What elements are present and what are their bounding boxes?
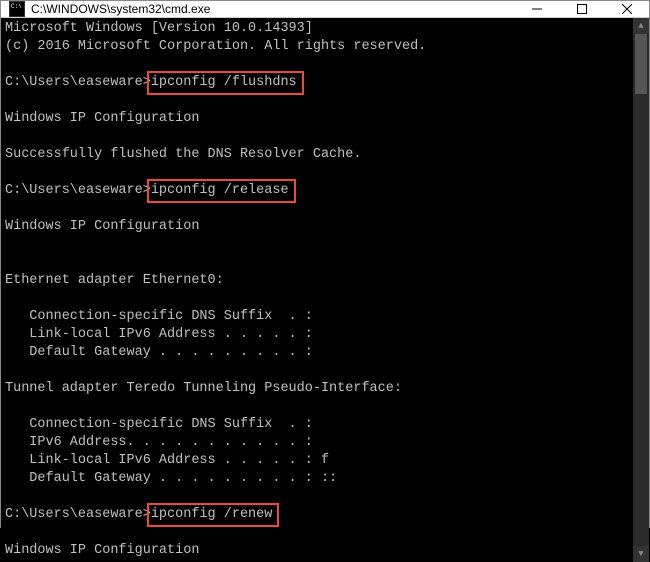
blank-line [5,92,629,110]
prompt-line: C:\Users\easeware>ipconfig /flushdns [5,74,629,92]
cmd-window: C:\WINDOWS\system32\cmd.exe Microsoft Wi… [0,0,650,528]
output-line: Link-local IPv6 Address . . . . . : f [5,452,629,470]
minimize-button[interactable] [514,1,559,17]
output-line: Windows IP Configuration [5,542,629,560]
blank-line [5,236,629,254]
cmd-icon [9,1,25,17]
highlight-box: ipconfig /renew [147,503,280,527]
close-icon [622,4,632,14]
vertical-scrollbar[interactable]: ▲ ▼ [633,18,649,562]
prompt-line: C:\Users\easeware>ipconfig /renew [5,506,629,524]
prompt-prefix: C:\Users\easeware> [5,507,151,522]
blank-line [5,488,629,506]
command-text: ipconfig /flushdns [151,75,297,90]
output-line: Connection-specific DNS Suffix . : [5,308,629,326]
window-title: C:\WINDOWS\system32\cmd.exe [31,2,514,16]
output-line: Tunnel adapter Teredo Tunneling Pseudo-I… [5,380,629,398]
blank-line [5,362,629,380]
output-line: Windows IP Configuration [5,110,629,128]
terminal-output[interactable]: Microsoft Windows [Version 10.0.14393](c… [1,18,633,562]
blank-line [5,398,629,416]
content-area: Microsoft Windows [Version 10.0.14393](c… [1,18,649,562]
output-line: Default Gateway . . . . . . . . . : :: [5,470,629,488]
blank-line [5,200,629,218]
minimize-icon [532,4,542,14]
blank-line [5,290,629,308]
window-controls [514,1,649,17]
prompt-line: C:\Users\easeware>ipconfig /release [5,182,629,200]
output-line: Default Gateway . . . . . . . . . : [5,344,629,362]
output-line: Link-local IPv6 Address . . . . . : [5,326,629,344]
titlebar[interactable]: C:\WINDOWS\system32\cmd.exe [1,1,649,18]
blank-line [5,254,629,272]
command-text: ipconfig /renew [151,507,273,522]
blank-line [5,164,629,182]
prompt-prefix: C:\Users\easeware> [5,75,151,90]
highlight-box: ipconfig /flushdns [147,71,304,95]
maximize-button[interactable] [559,1,604,17]
maximize-icon [577,4,587,14]
output-line: Windows IP Configuration [5,218,629,236]
highlight-box: ipconfig /release [147,179,296,203]
scroll-up-button[interactable]: ▲ [633,18,649,34]
close-button[interactable] [604,1,649,17]
output-line: Connection-specific DNS Suffix . : [5,416,629,434]
output-line: Microsoft Windows [Version 10.0.14393] [5,20,629,38]
blank-line [5,128,629,146]
output-line: Ethernet adapter Ethernet0: [5,272,629,290]
blank-line [5,524,629,542]
output-line: IPv6 Address. . . . . . . . . . . : [5,434,629,452]
output-line: (c) 2016 Microsoft Corporation. All righ… [5,38,629,56]
scroll-thumb[interactable] [635,34,647,94]
prompt-prefix: C:\Users\easeware> [5,183,151,198]
scroll-down-button[interactable]: ▼ [633,546,649,562]
blank-line [5,56,629,74]
output-line: Successfully flushed the DNS Resolver Ca… [5,146,629,164]
command-text: ipconfig /release [151,183,289,198]
